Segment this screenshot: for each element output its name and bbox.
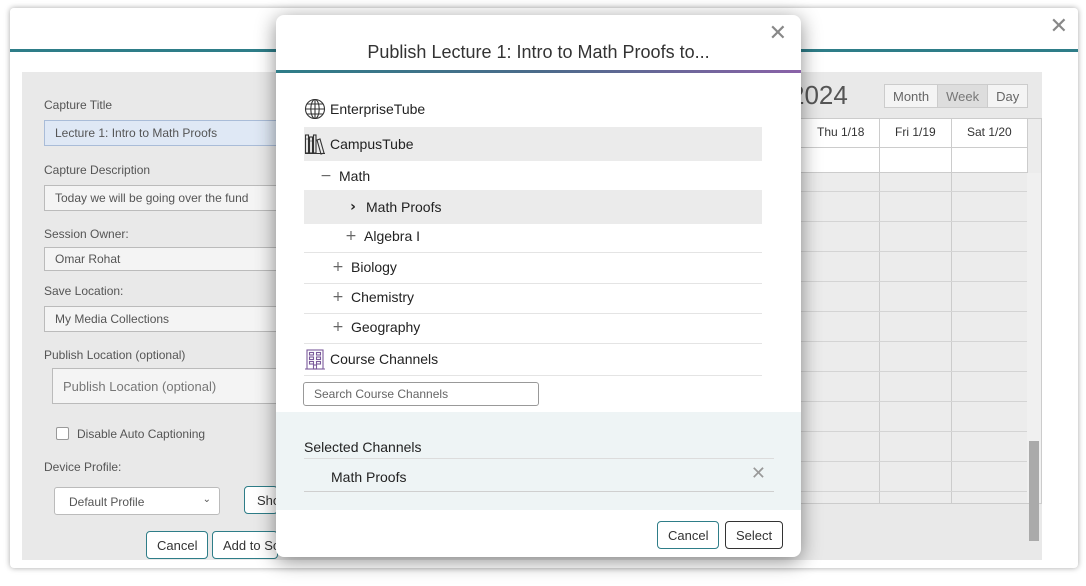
background-close-icon[interactable]: ✕ (1050, 14, 1068, 39)
view-week-button[interactable]: Week (938, 85, 989, 107)
background-cancel-button[interactable]: Cancel (146, 531, 209, 559)
publish-location-label: Publish Location (optional) (44, 348, 186, 362)
calendar-day-header: Fri 1/19 (895, 125, 936, 139)
tree-item-label: Biology (351, 258, 397, 275)
capture-title-label: Capture Title (44, 98, 113, 112)
tree-item-math[interactable]: − Math (304, 159, 762, 193)
tree-item-label: Chemistry (351, 288, 415, 305)
tree-item-label: Math (339, 168, 371, 184)
calendar-day-header: Thu 1/18 (817, 125, 865, 139)
tree-item-enterprisetube[interactable]: EnterpriseTube (304, 92, 762, 126)
tree-item-label: Geography (351, 318, 421, 335)
chevron-right-icon: › (350, 199, 356, 215)
calendar-scrollbar[interactable] (1027, 173, 1041, 541)
search-course-channels-input[interactable] (303, 382, 539, 406)
device-profile-value: Default Profile (69, 495, 145, 509)
publish-modal: Publish Lecture 1: Intro to Math Proofs … (276, 15, 801, 557)
calendar-header: Thu 1/18 Fri 1/19 Sat 1/20 (787, 119, 1027, 173)
tree-item-label: CampusTube (330, 136, 414, 152)
select-button[interactable]: Select (725, 521, 784, 549)
disable-auto-captioning-label: Disable Auto Captioning (77, 427, 206, 441)
view-day-button[interactable]: Day (988, 85, 1028, 107)
add-to-schedule-button[interactable]: Add to Sc (212, 531, 278, 559)
tree-item-campustube[interactable]: CampusTube (304, 127, 762, 161)
calendar-grid: Thu 1/18 Fri 1/19 Sat 1/20 (786, 118, 1042, 541)
selected-channel-row: Math Proofs ✕ (304, 458, 774, 492)
session-owner-input[interactable]: Omar Rohat (44, 247, 284, 271)
tree-item-algebra[interactable]: + Algebra I (304, 219, 762, 253)
show-button[interactable]: Sho (244, 486, 278, 514)
tree-item-label: EnterpriseTube (330, 101, 426, 117)
view-month-button[interactable]: Month (885, 85, 939, 107)
expand-icon[interactable]: + (344, 228, 358, 244)
expand-icon[interactable]: + (331, 289, 345, 305)
expand-icon[interactable]: + (331, 319, 345, 335)
device-profile-select[interactable]: Default Profile ⌄ (54, 487, 220, 515)
device-profile-label: Device Profile: (44, 460, 122, 474)
capture-description-input[interactable]: Today we will be going over the fund (44, 185, 284, 211)
calendar-scroll-thumb[interactable] (1029, 441, 1039, 541)
session-owner-label: Session Owner: (44, 227, 129, 241)
selected-channels-label: Selected Channels (304, 439, 422, 455)
expand-icon[interactable]: + (331, 259, 345, 275)
modal-header: Publish Lecture 1: Intro to Math Proofs … (276, 15, 801, 73)
tree-item-geography[interactable]: + Geography (304, 310, 762, 344)
library-icon (304, 133, 326, 155)
building-icon (304, 348, 326, 370)
cancel-button[interactable]: Cancel (657, 521, 720, 549)
save-location-label: Save Location: (44, 284, 124, 298)
tree-item-biology[interactable]: + Biology (304, 250, 762, 284)
chevron-down-icon: ⌄ (202, 494, 211, 505)
modal-title: Publish Lecture 1: Intro to Math Proofs … (367, 42, 710, 62)
selected-channel-name: Math Proofs (331, 469, 407, 485)
disable-auto-captioning-checkbox[interactable] (56, 427, 69, 440)
calendar-view-switcher: Month Week Day (884, 84, 1029, 108)
calendar-day-header: Sat 1/20 (967, 125, 1012, 139)
publish-location-input[interactable]: Publish Location (optional) (52, 368, 284, 404)
save-location-input[interactable]: My Media Collections (44, 306, 284, 332)
tree-item-label: Course Channels (330, 350, 439, 367)
close-icon[interactable]: ✕ (769, 21, 787, 46)
tree-item-course-channels[interactable]: Course Channels (304, 342, 762, 376)
collapse-icon[interactable]: − (319, 168, 333, 184)
tree-item-label: Math Proofs (366, 199, 442, 215)
tree-item-chemistry[interactable]: + Chemistry (304, 280, 762, 314)
remove-icon[interactable]: ✕ (751, 463, 766, 484)
tree-item-label: Algebra I (364, 227, 421, 244)
selected-channels-panel: Selected Channels Math Proofs ✕ (276, 412, 801, 510)
globe-icon (304, 98, 326, 120)
capture-title-input[interactable]: Lecture 1: Intro to Math Proofs (44, 120, 284, 146)
capture-description-label: Capture Description (44, 163, 151, 177)
